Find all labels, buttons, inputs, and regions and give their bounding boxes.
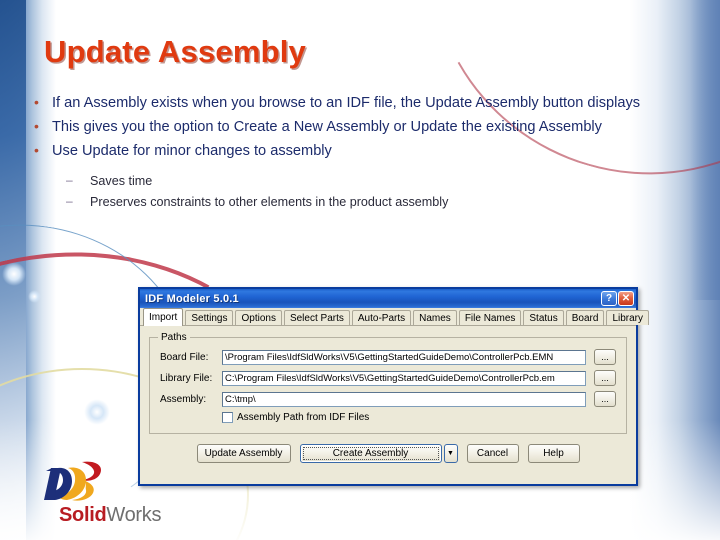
dialog-body: Paths Board File: \Program Files\IdfSldW… — [140, 326, 636, 484]
paths-groupbox: Paths Board File: \Program Files\IdfSldW… — [149, 332, 627, 434]
bullet-text: This gives you the option to Create a Ne… — [52, 119, 602, 136]
assembly-row: Assembly: C:\tmp\ ... — [160, 391, 616, 407]
bullet-marker: • — [34, 118, 39, 135]
close-icon[interactable]: ✕ — [618, 291, 634, 306]
board-file-row: Board File: \Program Files\IdfSldWorks\V… — [160, 349, 616, 365]
bullet-text: Use Update for minor changes to assembly — [52, 143, 332, 160]
library-file-label: Library File: — [160, 372, 213, 384]
dialog-titlebar[interactable]: IDF Modeler 5.0.1 ? ✕ — [140, 289, 636, 308]
sub-bullet-marker: – — [66, 172, 73, 187]
cancel-button[interactable]: Cancel — [466, 444, 519, 463]
create-assembly-button[interactable]: Create Assembly — [299, 444, 442, 463]
bullet-marker: • — [34, 142, 39, 159]
bullet-text: If an Assembly exists when you browse to… — [52, 95, 641, 111]
library-file-row: Library File: C:\Program Files\IdfSldWor… — [160, 370, 616, 386]
tab-import[interactable]: Import — [143, 308, 184, 326]
help-icon[interactable]: ? — [601, 291, 617, 306]
ds-logo-icon — [44, 461, 102, 501]
library-file-input[interactable]: C:\Program Files\IdfSldWorks\V5\GettingS… — [222, 370, 586, 386]
bullet-item: • This gives you the option to Create a … — [31, 116, 667, 138]
idf-modeler-dialog[interactable]: IDF Modeler 5.0.1 ? ✕ Import Settings Op… — [138, 287, 650, 486]
sub-bullet-item: – Saves time — [64, 171, 667, 193]
update-assembly-button[interactable]: Update Assembly — [196, 444, 291, 463]
focus-ring — [302, 447, 439, 460]
board-file-input[interactable]: \Program Files\IdfSldWorks\V5\GettingSta… — [222, 349, 586, 365]
assembly-label: Assembly: — [160, 393, 207, 405]
create-assembly-split-button[interactable]: Create Assembly ▼ — [299, 444, 458, 463]
logo-solid-text: Solid — [59, 504, 107, 526]
tab-library[interactable]: Library — [606, 310, 650, 325]
bullet-list: • If an Assembly exists when you browse … — [31, 92, 667, 214]
board-file-label: Board File: — [160, 351, 209, 363]
logo-works-text: Works — [106, 504, 162, 526]
assembly-input[interactable]: C:\tmp\ — [222, 391, 586, 407]
tab-auto-parts[interactable]: Auto-Parts — [351, 310, 412, 325]
tab-names[interactable]: Names — [413, 310, 457, 325]
solidworks-logo: SolidWorks — [38, 458, 188, 528]
assembly-browse-button[interactable]: ... — [594, 391, 616, 407]
sub-bullet-item: – Preserves constraints to other element… — [64, 192, 667, 214]
assembly-path-checkbox[interactable] — [222, 412, 233, 423]
assembly-path-check-row[interactable]: Assembly Path from IDF Files — [222, 412, 616, 423]
tab-status[interactable]: Status — [523, 310, 564, 325]
bullet-item: • If an Assembly exists when you browse … — [31, 92, 667, 114]
help-button[interactable]: Help — [527, 444, 580, 463]
board-file-browse-button[interactable]: ... — [594, 349, 616, 365]
bullet-item: • Use Update for minor changes to assemb… — [31, 140, 667, 162]
sub-bullet-marker: – — [66, 194, 73, 209]
dialog-title: IDF Modeler 5.0.1 — [145, 292, 239, 305]
sub-bullet-text: Preserves constraints to other elements … — [90, 195, 449, 210]
assembly-path-checkbox-label: Assembly Path from IDF Files — [237, 412, 370, 423]
solidworks-wordmark: SolidWorks — [59, 504, 162, 527]
slide-title: Update Assembly — [44, 34, 306, 69]
sparkle-decoration-3 — [84, 399, 110, 425]
tab-file-names[interactable]: File Names — [458, 310, 522, 325]
library-file-browse-button[interactable]: ... — [594, 370, 616, 386]
sparkle-decoration-2 — [28, 290, 41, 303]
tab-options[interactable]: Options — [235, 310, 282, 325]
bullet-marker: • — [34, 94, 39, 110]
paths-groupbox-legend: Paths — [158, 332, 190, 343]
sub-bullet-text: Saves time — [90, 173, 153, 188]
tab-board[interactable]: Board — [565, 310, 605, 325]
sparkle-decoration-1 — [2, 262, 26, 286]
tab-select-parts[interactable]: Select Parts — [283, 310, 350, 325]
chevron-down-icon[interactable]: ▼ — [443, 444, 458, 463]
sub-bullet-list: – Saves time – Preserves constraints to … — [64, 171, 667, 214]
tab-settings[interactable]: Settings — [185, 310, 234, 325]
slide-canvas: Update Assembly • If an Assembly exists … — [0, 0, 720, 540]
dialog-button-row: Update Assembly Create Assembly ▼ Cancel… — [149, 444, 627, 463]
dialog-tabstrip[interactable]: Import Settings Options Select Parts Aut… — [140, 308, 650, 326]
